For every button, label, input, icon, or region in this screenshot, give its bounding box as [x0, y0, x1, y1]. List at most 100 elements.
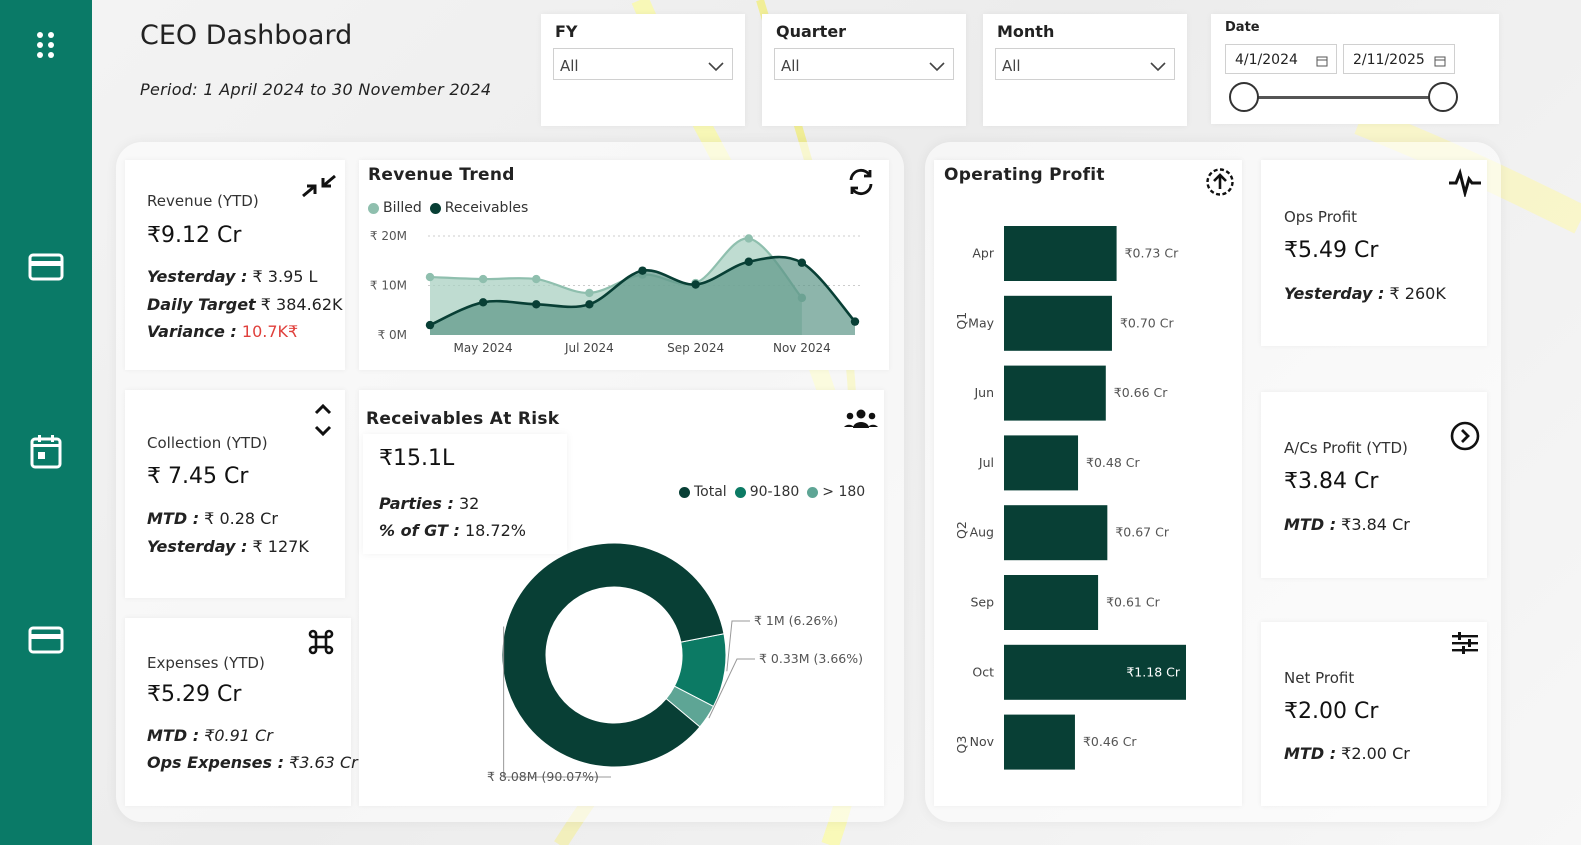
end-date-text: 2/11/2025: [1353, 52, 1425, 68]
collection-card: Collection (YTD) ₹ 7.45 Cr MTD : ₹ 0.28 …: [125, 390, 345, 598]
category-label: Jun: [973, 385, 994, 400]
net-profit-title: Net Profit: [1284, 669, 1355, 687]
value-label: ₹0.66 Cr: [1114, 385, 1168, 400]
collection-yesterday-label: Yesterday :: [147, 537, 248, 556]
expenses-mtd: MTD : ₹0.91 Cr: [147, 726, 273, 745]
sidebar: [0, 0, 92, 845]
fy-slicer: FY All: [541, 14, 745, 126]
receivables-point: [744, 257, 753, 266]
over-180-legend-dot: [807, 486, 819, 498]
billed-point: [744, 234, 753, 243]
bar-apr: [1004, 226, 1117, 281]
value-label: ₹0.70 Cr: [1120, 315, 1174, 330]
quarter-label: Q3: [954, 736, 969, 754]
bar-nov: [1004, 714, 1075, 770]
quarter-dropdown[interactable]: All: [774, 48, 954, 80]
net-profit-mtd: MTD : ₹2.00 Cr: [1284, 744, 1410, 763]
net-profit-mtd-value: ₹2.00 Cr: [1336, 744, 1410, 763]
category-label: Apr: [972, 246, 994, 261]
y-tick-label: ₹ 10M: [370, 279, 407, 293]
operating-profit-card: Operating Profit Apr ₹0.73 Cr May ₹0.70 Cr J…: [934, 160, 1242, 806]
bar-jun: [1004, 365, 1106, 421]
receivables-point: [425, 320, 435, 330]
chevron-down-icon: [929, 57, 945, 76]
credit-card-icon[interactable]: [26, 247, 66, 287]
slice-leader-line: [726, 620, 750, 672]
fy-value: All: [560, 57, 579, 75]
x-tick-label: Sep 2024: [667, 341, 724, 355]
start-date-input[interactable]: 4/1/2024: [1225, 44, 1337, 74]
category-label: May: [968, 315, 994, 330]
expenses-ops: Ops Expenses : ₹3.63 Cr: [147, 753, 358, 772]
category-label: Nov: [970, 734, 995, 749]
receivables-point: [532, 300, 541, 309]
revenue-yesterday: Yesterday : ₹ 3.95 L: [147, 267, 317, 286]
page-title: CEO Dashboard: [140, 20, 353, 51]
x-tick-label: Jul 2024: [564, 341, 614, 355]
credit-card-icon[interactable]: [26, 620, 66, 660]
date-slicer: Date 4/1/2024 2/11/2025: [1211, 14, 1499, 124]
revenue-trend-title: Revenue Trend: [368, 165, 515, 185]
billed-point: [585, 288, 594, 298]
bar-sep: [1004, 575, 1099, 630]
expenses-mtd-value: ₹0.91 Cr: [199, 726, 273, 745]
revenue-target-label: Daily Target: [147, 295, 256, 314]
revenue-trend-card: Revenue Trend Billed Receivables ₹ 0M ₹ 1…: [359, 160, 889, 370]
receivables-point: [691, 280, 700, 289]
pulse-icon: [1447, 164, 1483, 200]
value-label: ₹0.61 Cr: [1106, 595, 1160, 610]
bar-jul: [1004, 435, 1079, 491]
receivables-point: [797, 258, 807, 267]
acs-profit-mtd: MTD : ₹3.84 Cr: [1284, 515, 1410, 534]
month-dropdown[interactable]: All: [995, 48, 1175, 80]
sliders-icon: [1447, 626, 1483, 662]
category-label: Aug: [970, 525, 994, 540]
net-profit-value: ₹2.00 Cr: [1284, 699, 1379, 724]
total-legend-dot: [679, 486, 690, 498]
date-range-start-handle[interactable]: [1229, 82, 1259, 112]
receivables-parties-value: 32: [453, 494, 480, 513]
revenue-variance-value: 10.7K₹: [236, 322, 299, 341]
operating-profit-chart: Apr ₹0.73 Cr May ₹0.70 Cr Jun ₹0.66 Cr Jul ₹0.4…: [954, 226, 1186, 770]
net-profit-card: Net Profit ₹2.00 Cr MTD : ₹2.00 Cr: [1261, 622, 1487, 806]
net-profit-mtd-label: MTD :: [1284, 744, 1337, 763]
receivables-point: [478, 298, 488, 307]
month-value: All: [1002, 57, 1021, 75]
ops-profit-value: ₹5.49 Cr: [1284, 238, 1379, 263]
ops-profit-yesterday-label: Yesterday :: [1284, 284, 1385, 303]
acs-profit-value: ₹3.84 Cr: [1284, 469, 1379, 494]
receivables-value: ₹15.1L: [379, 446, 455, 471]
revenue-trend-chart: ₹ 0M ₹ 10M ₹ 20M May 2024 Jul 2024 Sep 2024 No…: [370, 229, 863, 355]
category-label: Jul: [978, 455, 994, 470]
grid-icon[interactable]: [26, 25, 66, 65]
end-date-input[interactable]: 2/11/2025: [1343, 44, 1455, 74]
range-90-180-legend-label: 90-180: [749, 484, 800, 500]
revenue-yesterday-label: Yesterday :: [147, 267, 248, 286]
value-label: ₹0.73 Cr: [1125, 246, 1179, 261]
chevron-down-icon: [708, 57, 724, 76]
revenue-value: ₹9.12 Cr: [147, 223, 242, 248]
fy-dropdown[interactable]: All: [553, 48, 733, 80]
revenue-trend-legend: Billed Receivables: [368, 200, 528, 216]
chevron-right-circle-icon[interactable]: [1447, 418, 1483, 454]
refresh-icon[interactable]: [843, 164, 879, 200]
collection-title: Collection (YTD): [147, 434, 268, 452]
value-label: ₹0.46 Cr: [1083, 734, 1137, 749]
calendar-icon: [1434, 52, 1446, 71]
revenue-yesterday-value: ₹ 3.95 L: [247, 267, 318, 286]
upload-circle-icon[interactable]: [1202, 164, 1238, 200]
date-range-track: [1241, 96, 1441, 99]
expenses-card: Expenses (YTD) ₹5.29 Cr MTD : ₹0.91 Cr O…: [125, 618, 358, 806]
over-180-legend-label: > 180: [822, 484, 866, 500]
date-range-end-handle[interactable]: [1428, 82, 1458, 112]
fy-label: FY: [555, 22, 578, 41]
bar-aug: [1004, 505, 1108, 561]
slice-label: ₹ 0.33M (3.66%): [759, 651, 863, 666]
date-label: Date: [1225, 20, 1260, 35]
calendar-icon[interactable]: [26, 432, 66, 472]
value-label: ₹1.18 Cr: [1126, 664, 1180, 679]
quarter-label: Q1: [954, 312, 969, 330]
revenue-title: Revenue (YTD): [147, 192, 259, 210]
collection-mtd: MTD : ₹ 0.28 Cr: [147, 509, 278, 528]
billed-point: [425, 272, 435, 282]
